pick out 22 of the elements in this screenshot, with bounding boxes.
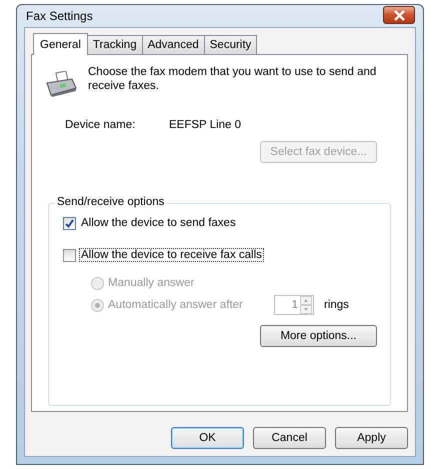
more-options-button[interactable]: More options... <box>260 325 377 347</box>
device-name-label: Device name: <box>65 119 136 131</box>
checkbox-label[interactable]: Allow the device to receive fax calls <box>79 248 264 262</box>
rings-label: rings <box>324 299 349 311</box>
dialog-button[interactable]: Cancel <box>253 427 326 449</box>
dialog-button[interactable]: OK <box>171 427 244 449</box>
spin-arrows-icon <box>300 296 312 314</box>
checkbox-label[interactable]: Allow the device to send faxes <box>79 216 238 230</box>
dialog-button[interactable]: Apply <box>335 427 408 449</box>
tab[interactable]: Tracking <box>86 35 143 54</box>
window-title: Fax Settings <box>25 9 93 23</box>
close-button[interactable] <box>383 6 415 24</box>
fax-machine-icon <box>44 71 78 97</box>
tab[interactable]: Advanced <box>142 35 205 54</box>
device-name-value: EEFSP Line 0 <box>169 119 242 131</box>
tab[interactable]: Security <box>204 35 258 54</box>
tab[interactable]: General <box>33 33 88 55</box>
checkbox[interactable] <box>63 216 76 230</box>
close-icon <box>392 10 406 20</box>
checkbox[interactable] <box>63 248 76 262</box>
description-text: Choose the fax modem that you want to use to send and receive faxes. <box>88 65 378 94</box>
group-title: Send/receive options <box>55 196 166 208</box>
